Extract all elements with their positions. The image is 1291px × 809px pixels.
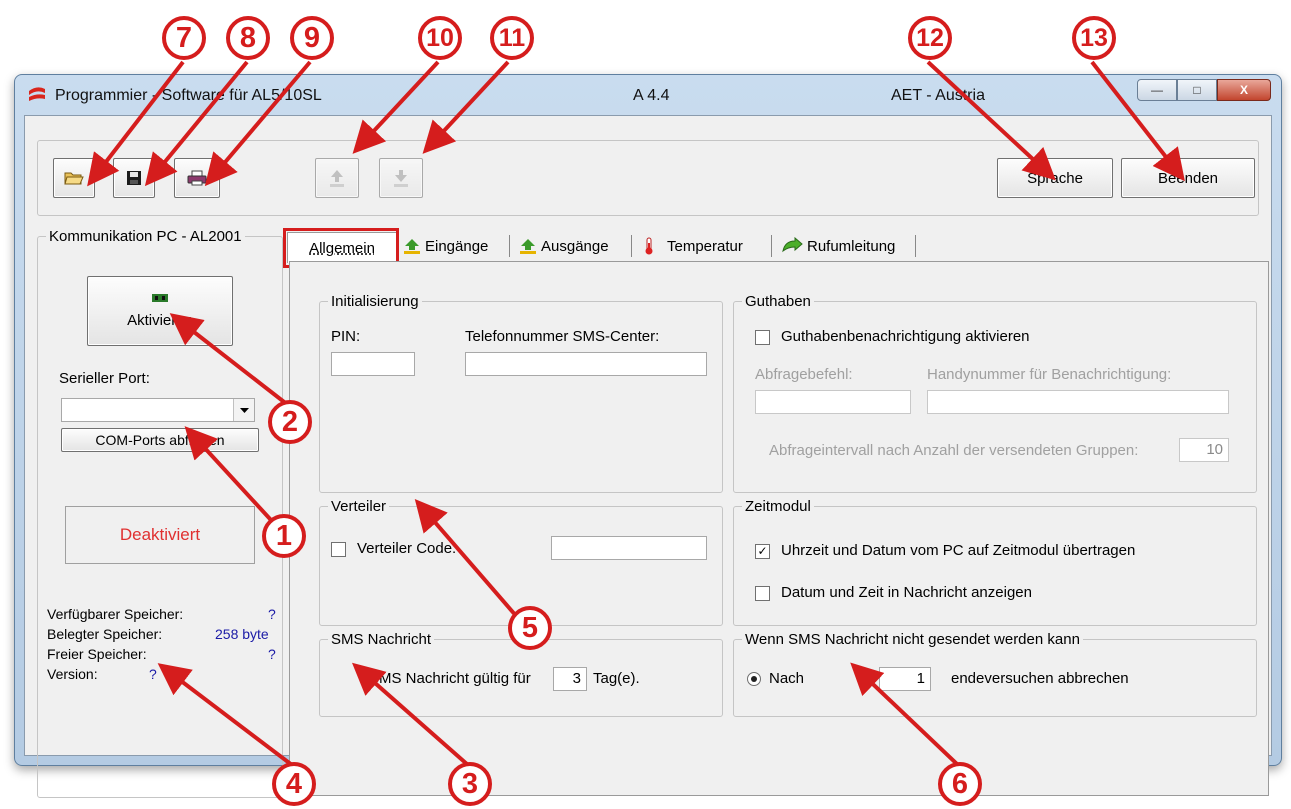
annotation-badge-3: 3 [448, 762, 492, 806]
arrow-10 [352, 60, 440, 154]
arrow-9 [204, 60, 312, 187]
annotation-badge-2: 2 [268, 400, 312, 444]
arrow-4 [157, 663, 294, 767]
arrow-3 [351, 662, 470, 767]
arrow-12 [926, 60, 1056, 181]
annotation-badge-12: 12 [908, 16, 952, 60]
arrow-5 [414, 498, 526, 627]
annotation-badge-1: 1 [262, 514, 306, 558]
annotation-badge-8: 8 [226, 16, 270, 60]
arrow-13 [1090, 60, 1185, 182]
arrow-1 [184, 426, 284, 534]
annotation-badge-6: 6 [938, 762, 982, 806]
arrow-11 [422, 60, 510, 154]
arrow-2 [169, 313, 290, 407]
arrow-6 [850, 662, 960, 767]
arrow-7 [87, 60, 185, 187]
annotation-badge-5: 5 [508, 606, 552, 650]
annotation-badge-13: 13 [1072, 16, 1116, 60]
annotation-badge-10: 10 [418, 16, 462, 60]
annotation-arrows [87, 60, 1185, 767]
annotation-badge-9: 9 [290, 16, 334, 60]
annotation-badge-4: 4 [272, 762, 316, 806]
annotation-badge-7: 7 [162, 16, 206, 60]
annotation-badge-11: 11 [490, 16, 534, 60]
arrow-8 [144, 60, 249, 187]
